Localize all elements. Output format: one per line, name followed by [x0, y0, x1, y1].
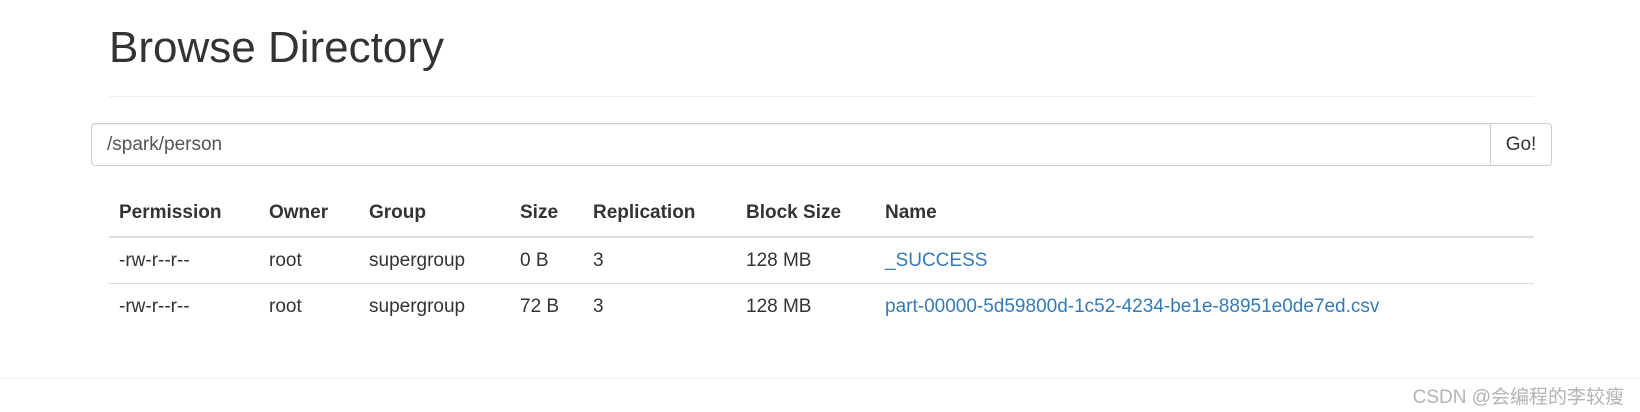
cell-block-size: 128 MB: [746, 295, 812, 317]
cell-owner: root: [269, 295, 302, 317]
column-header-permission[interactable]: Permission: [109, 190, 259, 238]
directory-path-input[interactable]: [91, 123, 1490, 166]
table-row: -rw-r--r-- root supergroup 72 B 3 128 MB…: [109, 284, 1534, 330]
table-row: -rw-r--r-- root supergroup 0 B 3 128 MB …: [109, 237, 1534, 284]
cell-name: _SUCCESS: [875, 237, 1534, 284]
directory-table: Permission Owner Group Size Replication …: [109, 190, 1534, 329]
cell-replication: 3: [583, 237, 736, 284]
column-header-block-size[interactable]: Block Size: [736, 190, 875, 238]
cell-replication: 3: [593, 295, 604, 317]
cell-owner: root: [259, 237, 359, 284]
cell-size: 72 B: [520, 295, 560, 317]
watermark: CSDN @会编程的李较瘦: [1412, 387, 1624, 408]
page-title: Browse Directory: [109, 23, 444, 72]
cell-block-size: 128 MB: [736, 237, 875, 284]
column-header-size[interactable]: Size: [510, 190, 583, 238]
column-header-owner[interactable]: Owner: [259, 190, 359, 238]
column-header-group[interactable]: Group: [359, 190, 510, 238]
cell-permission: -rw-r--r--: [119, 295, 190, 317]
footer-divider: [0, 378, 1640, 379]
path-bar: Go!: [91, 123, 1552, 166]
column-header-replication[interactable]: Replication: [583, 190, 736, 238]
column-header-name[interactable]: Name: [875, 190, 1534, 238]
cell-group: supergroup: [369, 295, 466, 317]
go-button[interactable]: Go!: [1490, 123, 1552, 166]
file-link[interactable]: part-00000-5d59800d-1c52-4234-be1e-88951…: [885, 296, 1379, 317]
cell-permission: -rw-r--r--: [109, 237, 259, 284]
table-header-row: Permission Owner Group Size Replication …: [109, 190, 1534, 238]
cell-size: 0 B: [510, 237, 583, 284]
file-link[interactable]: _SUCCESS: [885, 250, 987, 271]
title-divider: [109, 96, 1534, 97]
cell-name: part-00000-5d59800d-1c52-4234-be1e-88951…: [875, 284, 1534, 330]
cell-group: supergroup: [359, 237, 510, 284]
